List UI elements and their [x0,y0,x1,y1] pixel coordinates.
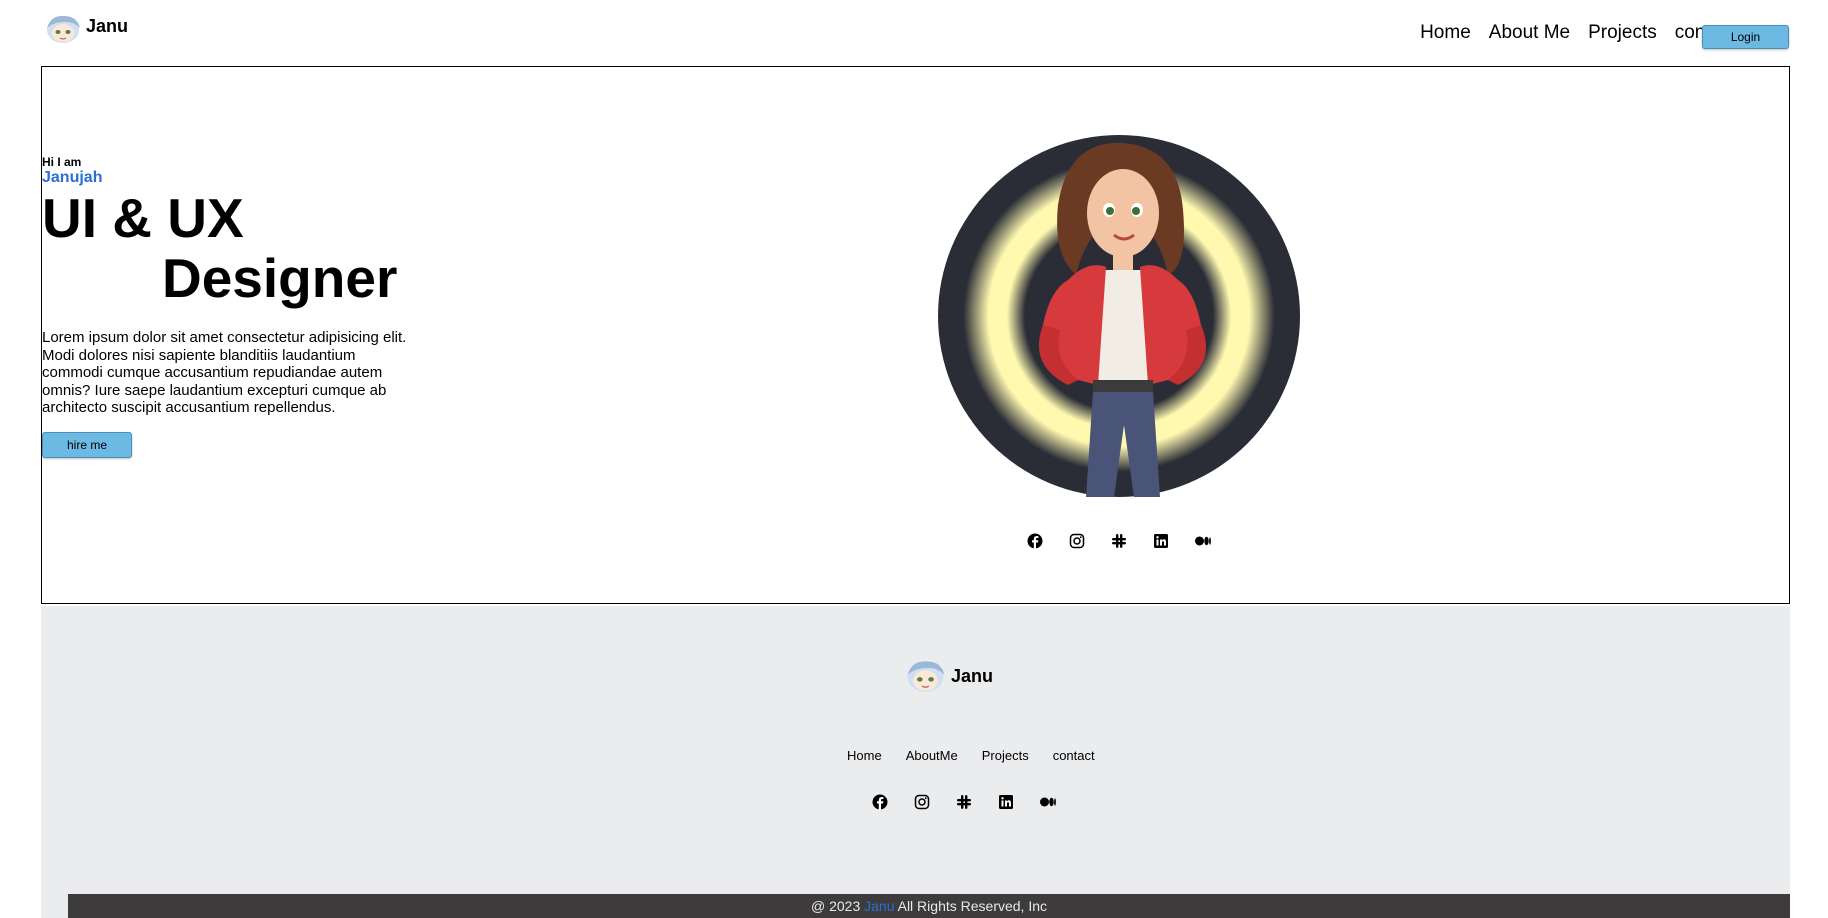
footer: Janu Home AboutMe Projects contact [41,606,1790,918]
hero-intro: Hi I am Janujah UI & UX Designer Lorem i… [42,155,462,458]
footer-logo[interactable]: Janu [903,658,993,694]
footer-social-links [872,794,1056,810]
instagram-icon[interactable] [914,794,930,810]
main-nav: Home About Me Projects contact [1420,22,1736,44]
linkedin-icon[interactable] [1153,533,1169,549]
footer-nav-about-me[interactable]: AboutMe [906,748,958,763]
footer-nav-home[interactable]: Home [847,748,882,763]
nav-home[interactable]: Home [1420,22,1471,44]
hero-social-links [1027,533,1211,549]
footer-nav-projects[interactable]: Projects [982,748,1029,763]
linkedin-icon[interactable] [998,794,1014,810]
facebook-icon[interactable] [872,794,888,810]
copyright-prefix: @ 2023 [810,898,861,914]
copyright-bar: @ 2023 Janu All Rights Reserved, Inc [68,894,1790,918]
footer-logo-avatar-icon [907,661,945,692]
nav-about-me[interactable]: About Me [1489,22,1570,44]
slack-icon[interactable] [1111,533,1127,549]
logo[interactable]: Janu [43,13,128,45]
nav-projects[interactable]: Projects [1588,22,1657,44]
hero-role-line2: Designer [162,247,398,309]
logo-avatar-icon [47,15,80,43]
hero-section: Hi I am Janujah UI & UX Designer Lorem i… [41,66,1790,604]
copyright-suffix: All Rights Reserved, Inc [897,898,1048,914]
header: Janu Home About Me Projects contact Logi… [0,0,1828,62]
medium-icon[interactable] [1040,794,1056,810]
hire-me-button[interactable]: hire me [42,431,132,458]
footer-nav-contact[interactable]: contact [1053,748,1095,763]
facebook-icon[interactable] [1027,533,1043,549]
footer-nav: Home AboutMe Projects contact [847,748,1095,763]
footer-logo-text: Janu [951,665,994,686]
hero-description: Lorem ipsum dolor sit amet consectetur a… [42,329,407,416]
hero-greeting: Hi I am [42,155,82,169]
copyright-brand: Janu [864,898,895,914]
instagram-icon[interactable] [1069,533,1085,549]
hero-name: Janujah [42,169,103,186]
logo-text: Janu [86,15,129,36]
medium-icon[interactable] [1195,533,1211,549]
slack-icon[interactable] [956,794,972,810]
hero-role-line1: UI & UX [42,187,244,249]
portrait-image [938,135,1300,497]
login-button[interactable]: Login [1702,25,1789,49]
